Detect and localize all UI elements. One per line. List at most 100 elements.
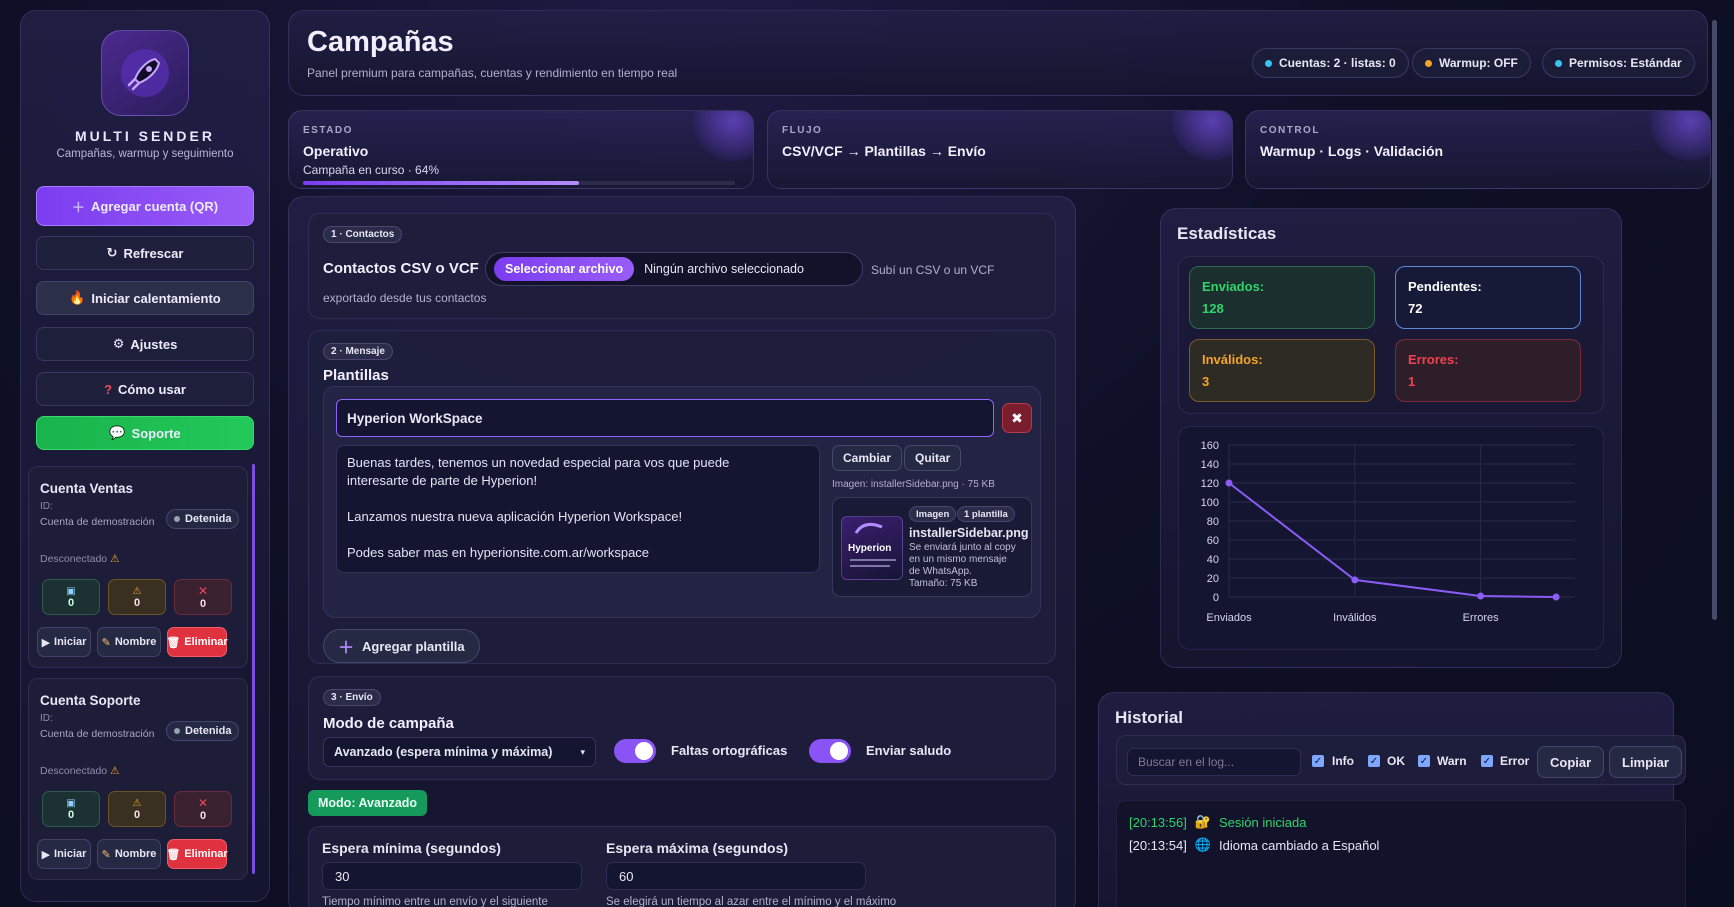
- template-message-textarea[interactable]: Buenas tardes, tenemos un novedad especi…: [336, 445, 820, 573]
- choose-file-button[interactable]: Seleccionar archivo: [494, 257, 635, 281]
- max-wait-input[interactable]: 60: [606, 862, 866, 890]
- account-demo: Cuenta de demostración: [40, 516, 155, 528]
- plus-icon: ＋: [71, 199, 85, 215]
- close-icon: ✖: [1011, 409, 1023, 426]
- error-counter: ✕ 0: [174, 791, 232, 827]
- account-card: Cuenta Soporte ID: Cuenta de demostració…: [28, 678, 248, 880]
- data-point: [1225, 479, 1233, 487]
- search-placeholder: Buscar en el log...: [1138, 755, 1235, 769]
- thumbnail-line: [850, 565, 890, 567]
- support-button[interactable]: 💬 Soporte: [36, 416, 254, 450]
- y-tick-label: 80: [1207, 516, 1219, 528]
- sidebar-scrollbar[interactable]: [252, 464, 255, 874]
- rename-account-button[interactable]: ✎ Nombre: [97, 627, 161, 657]
- templates-title: Plantillas: [323, 367, 389, 384]
- start-account-button[interactable]: ▶ Iniciar: [37, 627, 91, 657]
- warn-counter: ⚠ 0: [108, 579, 166, 615]
- x-tick-label: Errores: [1463, 612, 1500, 624]
- error-checkbox[interactable]: ✓: [1481, 755, 1493, 767]
- add-template-button[interactable]: ＋ Agregar plantilla: [323, 629, 480, 663]
- greeting-toggle[interactable]: [809, 739, 851, 763]
- chevron-down-icon: ▾: [580, 746, 585, 757]
- rocket-icon: [121, 49, 169, 97]
- ok-filter-label: OK: [1387, 754, 1405, 768]
- x-tick-label: Inválidos: [1333, 612, 1377, 624]
- clear-log-button[interactable]: Limpiar: [1609, 746, 1682, 778]
- chat-icon: 💬: [109, 425, 126, 440]
- page-scrollbar[interactable]: [1712, 20, 1717, 620]
- warn-filter-label: Warn: [1437, 754, 1467, 768]
- template-name-input[interactable]: Hyperion WorkSpace: [336, 399, 994, 437]
- min-wait-input[interactable]: 30: [322, 862, 582, 890]
- pencil-icon: ✎: [101, 848, 111, 861]
- errors-label: Errores:: [1408, 352, 1459, 367]
- rename-account-button[interactable]: ✎ Nombre: [97, 839, 161, 869]
- copy-log-button[interactable]: Copiar: [1537, 746, 1605, 778]
- delete-account-button[interactable]: 🗑 Eliminar: [166, 839, 228, 869]
- progress-fill: [303, 181, 580, 185]
- file-input[interactable]: Seleccionar archivo Ningún archivo selec…: [485, 252, 863, 286]
- play-icon: ▶: [41, 636, 51, 649]
- error-filter-label: Error: [1500, 754, 1530, 768]
- data-point: [1351, 576, 1359, 584]
- delete-template-button[interactable]: ✖: [1002, 403, 1032, 433]
- contacts-title: Contactos CSV o VCF: [323, 260, 479, 277]
- image-file-name: installerSidebar.png: [909, 526, 1029, 540]
- add-account-label: Agregar cuenta (QR): [90, 198, 219, 214]
- remove-image-button[interactable]: Quitar: [904, 445, 962, 471]
- accounts-pill: Cuentas: 2 · listas: 0: [1252, 48, 1409, 78]
- description-line: de WhatsApp.: [909, 566, 972, 577]
- add-account-button[interactable]: ＋ Agregar cuenta (QR): [36, 186, 254, 226]
- warn-checkbox[interactable]: ✓: [1418, 755, 1430, 767]
- history-title: Historial: [1115, 708, 1184, 727]
- contacts-hint: exportado desde tus contactos: [323, 291, 487, 305]
- start-account-button[interactable]: ▶ Iniciar: [37, 839, 91, 869]
- data-point: [1477, 592, 1485, 600]
- max-wait-label: Espera máxima (segundos): [606, 840, 789, 856]
- invalid-label: Inválidos:: [1202, 352, 1263, 367]
- connection-status: Desconectado ⚠: [40, 765, 119, 777]
- image-size: Tamaño: 75 KB: [909, 578, 978, 589]
- settings-label: Ajustes: [130, 336, 178, 352]
- typos-toggle[interactable]: [614, 739, 656, 763]
- log-search-input[interactable]: Buscar en el log...: [1127, 748, 1301, 776]
- send-section: 3 · Envío Modo de campaña Avanzado (espe…: [308, 676, 1056, 780]
- campaign-mode-select[interactable]: Avanzado (espera mínima y máxima) ▾: [323, 737, 596, 767]
- start-label: Iniciar: [54, 636, 87, 648]
- pill-text: Permisos: Estándar: [1569, 56, 1682, 70]
- section-tag: 1 · Contactos: [323, 226, 403, 243]
- plus-icon: ＋: [338, 640, 355, 657]
- warning-icon: ⚠: [132, 585, 142, 597]
- delete-account-button[interactable]: 🗑 Eliminar: [166, 627, 228, 657]
- ok-checkbox[interactable]: ✓: [1368, 755, 1380, 767]
- y-tick-label: 0: [1213, 592, 1219, 604]
- change-image-button[interactable]: Cambiar: [832, 445, 903, 471]
- permissions-pill: Permisos: Estándar: [1542, 48, 1695, 78]
- image-description: Se enviará junto al copy en un mismo men…: [909, 542, 1016, 590]
- phone-icon: ▣: [66, 585, 76, 597]
- log-time: [20:13:56]: [1129, 814, 1187, 830]
- card-value: CSV/VCF → Plantillas → Envío: [782, 143, 986, 159]
- campaign-mode-title: Modo de campaña: [323, 715, 454, 732]
- rename-label: Nombre: [114, 848, 157, 860]
- settings-button[interactable]: ⚙ Ajustes: [36, 327, 254, 361]
- info-filter-label: Info: [1332, 754, 1354, 768]
- history-toolbar: Buscar en el log... ✓ Info ✓ OK ✓ Warn ✓…: [1116, 735, 1686, 785]
- warmup-button[interactable]: 🔥 Iniciar calentamiento: [36, 281, 254, 315]
- selected-mode: Avanzado (espera mínima y máxima): [334, 745, 553, 759]
- info-checkbox[interactable]: ✓: [1312, 755, 1324, 767]
- status-dot-icon: [174, 516, 180, 522]
- message-line: [347, 490, 809, 508]
- errors-stat: Errores: 1: [1395, 339, 1581, 402]
- log-list: [20:13:56] 🔐 Sesión iniciada [20:13:54] …: [1116, 800, 1686, 907]
- gear-icon: ⚙: [112, 336, 125, 351]
- refresh-button[interactable]: ↻ Refrescar: [36, 236, 254, 270]
- sent-value: 128: [1202, 301, 1224, 316]
- contacts-hint: Subí un CSV o un VCF: [871, 263, 995, 277]
- decorative-orb: [1172, 111, 1232, 161]
- account-name: Cuenta Soporte: [40, 693, 141, 708]
- delete-label: Eliminar: [184, 848, 228, 860]
- how-to-button[interactable]: ? Cómo usar: [36, 372, 254, 406]
- file-status: Ningún archivo seleccionado: [644, 262, 804, 276]
- y-tick-label: 140: [1201, 459, 1219, 471]
